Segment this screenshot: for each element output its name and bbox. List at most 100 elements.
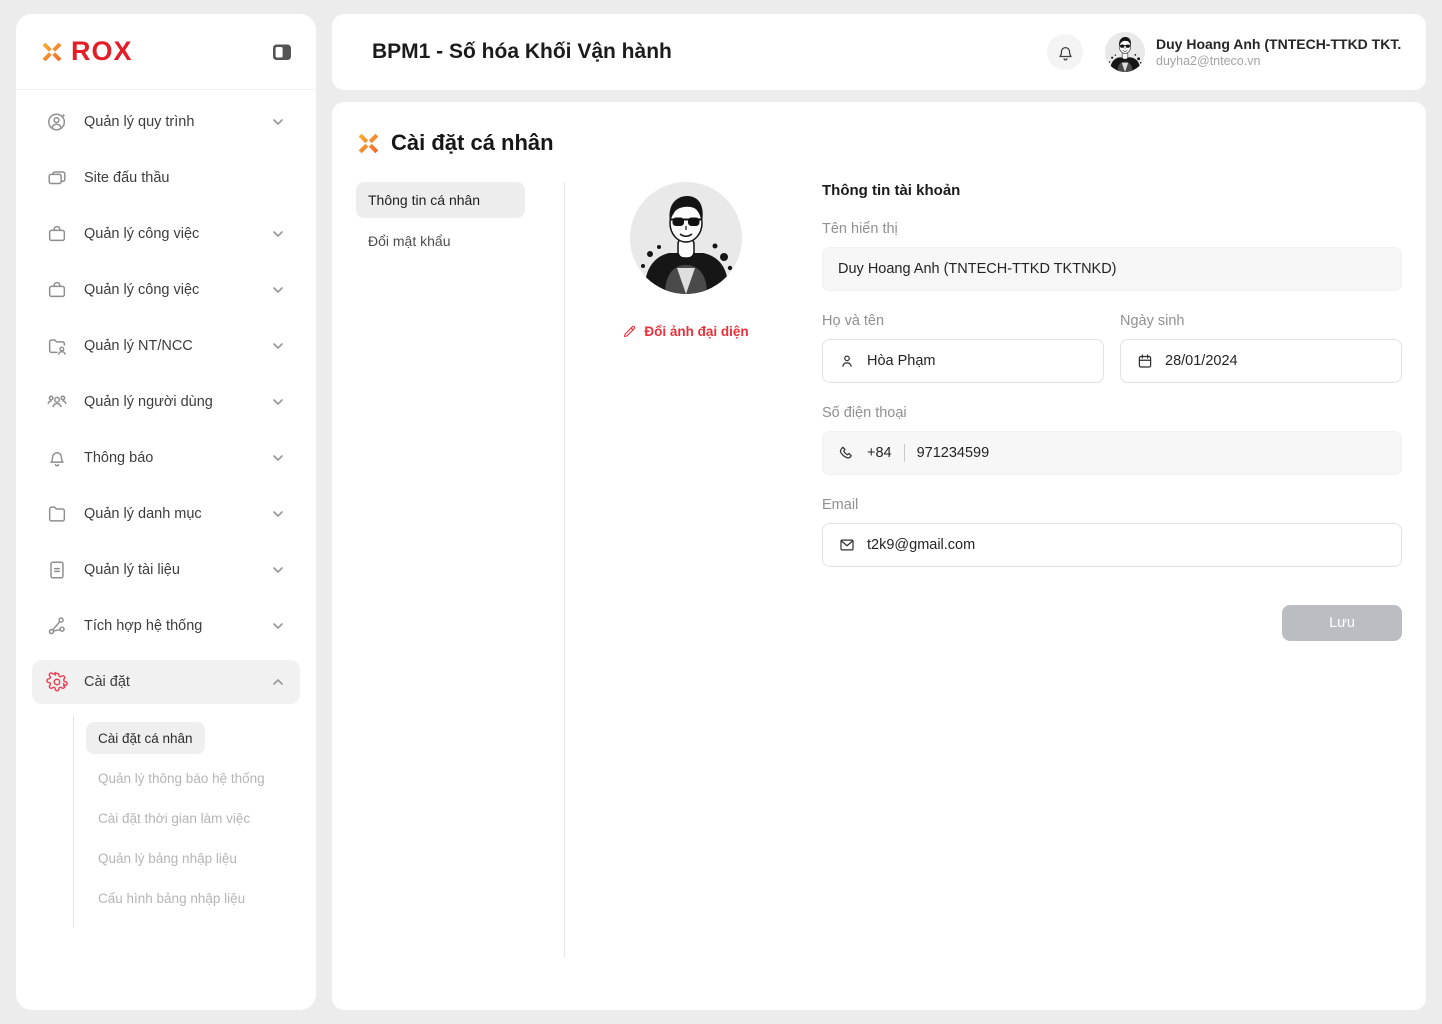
change-avatar-label: Đổi ảnh đại diện [644, 324, 748, 339]
sidebar-item-label: Quản lý quy trình [84, 114, 254, 130]
submenu-item-quan-ly-thong-bao-he-thong[interactable]: Quản lý thông báo hệ thống [86, 762, 277, 794]
sidebar-item-quan-ly-cong-viec-1[interactable]: Quản lý công việc [32, 212, 300, 256]
chevron-down-icon [270, 282, 286, 298]
sidebar-item-quan-ly-tai-lieu[interactable]: Quản lý tài liệu [32, 548, 300, 592]
sidebar-item-label: Thông báo [84, 450, 254, 466]
user-info: Duy Hoang Anh (TNTECH-TTKD TKT... duyha2… [1156, 36, 1402, 68]
avatar [1105, 32, 1145, 72]
briefcase-icon [46, 279, 68, 301]
change-avatar-link[interactable]: Đổi ảnh đại diện [622, 324, 748, 339]
birth-date-label: Ngày sinh [1120, 313, 1402, 329]
chevron-down-icon [270, 394, 286, 410]
process-icon [46, 111, 68, 133]
topbar: BPM1 - Số hóa Khối Vận hành Duy Hoang An… [332, 14, 1426, 90]
phone-label: Số điện thoại [822, 405, 1402, 421]
sidebar-item-quan-ly-cong-viec-2[interactable]: Quản lý công việc [32, 268, 300, 312]
chevron-up-icon [270, 674, 286, 690]
rox-x-icon [40, 40, 64, 64]
display-name-input[interactable]: Duy Hoang Anh (TNTECH-TTKD TKTNKD) [822, 247, 1402, 291]
email-input[interactable]: t2k9@gmail.com [822, 523, 1402, 567]
sidebar-menu: Quản lý quy trình Site đấu thầu Quản lý … [16, 90, 316, 928]
email-value: t2k9@gmail.com [867, 537, 975, 553]
integration-icon [46, 615, 68, 637]
account-form: Thông tin tài khoản Tên hiển thị Duy Hoa… [822, 182, 1402, 984]
name-birthdate-row: Họ và tên Hòa Phạm Ngày sinh [822, 313, 1402, 383]
birth-date-group: Ngày sinh 28/01/2024 [1120, 313, 1402, 383]
rox-logo[interactable]: ROX [40, 38, 133, 65]
submenu-item-cai-dat-ca-nhan[interactable]: Cài đặt cá nhân [86, 722, 205, 754]
phone-value: 971234599 [917, 445, 990, 461]
sidebar-collapse-icon[interactable] [270, 40, 294, 64]
bell-icon [1056, 43, 1075, 62]
birth-date-value: 28/01/2024 [1165, 353, 1238, 369]
sidebar: ROX Quản lý quy trình Site đấu thầu Quản… [16, 14, 316, 1010]
phone-icon [838, 444, 856, 462]
rox-logo-text: ROX [71, 38, 133, 65]
display-name-label: Tên hiển thị [822, 221, 1402, 237]
sidebar-item-quan-ly-nt-ncc[interactable]: Quản lý NT/NCC [32, 324, 300, 368]
chevron-down-icon [270, 506, 286, 522]
full-name-input[interactable]: Hòa Phạm [822, 339, 1104, 383]
tab-thong-tin-ca-nhan[interactable]: Thông tin cá nhân [356, 182, 525, 218]
email-label: Email [822, 497, 1402, 513]
section-title: Thông tin tài khoản [822, 182, 1402, 199]
settings-panel: Cài đặt cá nhân Thông tin cá nhân Đổi mậ… [332, 102, 1426, 1010]
cards-icon [46, 167, 68, 189]
submenu-item-cai-dat-thoi-gian-lam-viec[interactable]: Cài đặt thời gian làm việc [86, 802, 262, 834]
sidebar-item-label: Quản lý tài liệu [84, 562, 254, 578]
full-name-group: Họ và tên Hòa Phạm [822, 313, 1104, 383]
submenu-item-quan-ly-bang-nhap-lieu[interactable]: Quản lý bảng nhập liệu [86, 842, 249, 874]
user-email: duyha2@tnteco.vn [1156, 54, 1402, 68]
chevron-down-icon [270, 338, 286, 354]
sidebar-item-label: Tích hợp hệ thống [84, 618, 254, 634]
folder-user-icon [46, 335, 68, 357]
chevron-down-icon [270, 114, 286, 130]
profile-avatar [630, 182, 742, 294]
sidebar-item-quan-ly-quy-trinh[interactable]: Quản lý quy trình [32, 100, 300, 144]
rox-x-icon [356, 131, 381, 156]
sidebar-item-cai-dat[interactable]: Cài đặt [32, 660, 300, 704]
tab-doi-mat-khau[interactable]: Đổi mật khẩu [356, 223, 525, 259]
bell-icon [46, 447, 68, 469]
save-button[interactable]: Lưu [1282, 605, 1402, 641]
settings-tabs: Thông tin cá nhân Đổi mật khẩu [356, 182, 564, 984]
sidebar-item-quan-ly-danh-muc[interactable]: Quản lý danh mục [32, 492, 300, 536]
folder-icon [46, 503, 68, 525]
document-icon [46, 559, 68, 581]
sidebar-item-quan-ly-nguoi-dung[interactable]: Quản lý người dùng [32, 380, 300, 424]
submenu-item-cau-hinh-bang-nhap-lieu[interactable]: Cấu hình bảng nhập liệu [86, 882, 257, 914]
gear-icon [46, 671, 68, 693]
person-icon [838, 352, 856, 370]
pencil-icon [622, 324, 637, 339]
notifications-button[interactable] [1047, 34, 1083, 70]
sidebar-item-site-dau-thau[interactable]: Site đấu thầu [32, 156, 300, 200]
sidebar-item-label: Quản lý NT/NCC [84, 338, 254, 354]
chevron-down-icon [270, 450, 286, 466]
avatar-section: Đổi ảnh đại diện [565, 182, 806, 984]
sidebar-item-label: Quản lý người dùng [84, 394, 254, 410]
page-title: Cài đặt cá nhân [391, 130, 554, 156]
chevron-down-icon [270, 226, 286, 242]
envelope-icon [838, 536, 856, 554]
page-header-title: BPM1 - Số hóa Khối Vận hành [372, 40, 1047, 64]
settings-content: Thông tin cá nhân Đổi mật khẩu Đổi ảnh đ… [356, 182, 1402, 984]
birth-date-input[interactable]: 28/01/2024 [1120, 339, 1402, 383]
phone-separator [904, 444, 905, 462]
sidebar-item-label: Quản lý công việc [84, 282, 254, 298]
full-name-label: Họ và tên [822, 313, 1104, 329]
sidebar-item-tich-hop-he-thong[interactable]: Tích hợp hệ thống [32, 604, 300, 648]
sidebar-logo-row: ROX [16, 14, 316, 90]
sidebar-item-thong-bao[interactable]: Thông báo [32, 436, 300, 480]
settings-submenu: Cài đặt cá nhân Quản lý thông báo hệ thố… [73, 716, 300, 928]
users-icon [46, 391, 68, 413]
user-menu[interactable]: Duy Hoang Anh (TNTECH-TTKD TKT... duyha2… [1105, 32, 1402, 72]
display-name-value: Duy Hoang Anh (TNTECH-TTKD TKTNKD) [838, 261, 1117, 277]
page-title-row: Cài đặt cá nhân [356, 130, 1402, 156]
sidebar-item-label: Quản lý danh mục [84, 506, 254, 522]
phone-input[interactable]: +84 971234599 [822, 431, 1402, 475]
briefcase-icon [46, 223, 68, 245]
calendar-icon [1136, 352, 1154, 370]
main-column: BPM1 - Số hóa Khối Vận hành Duy Hoang An… [332, 14, 1426, 1010]
sidebar-item-label: Cài đặt [84, 674, 254, 690]
save-row: Lưu [822, 605, 1402, 641]
